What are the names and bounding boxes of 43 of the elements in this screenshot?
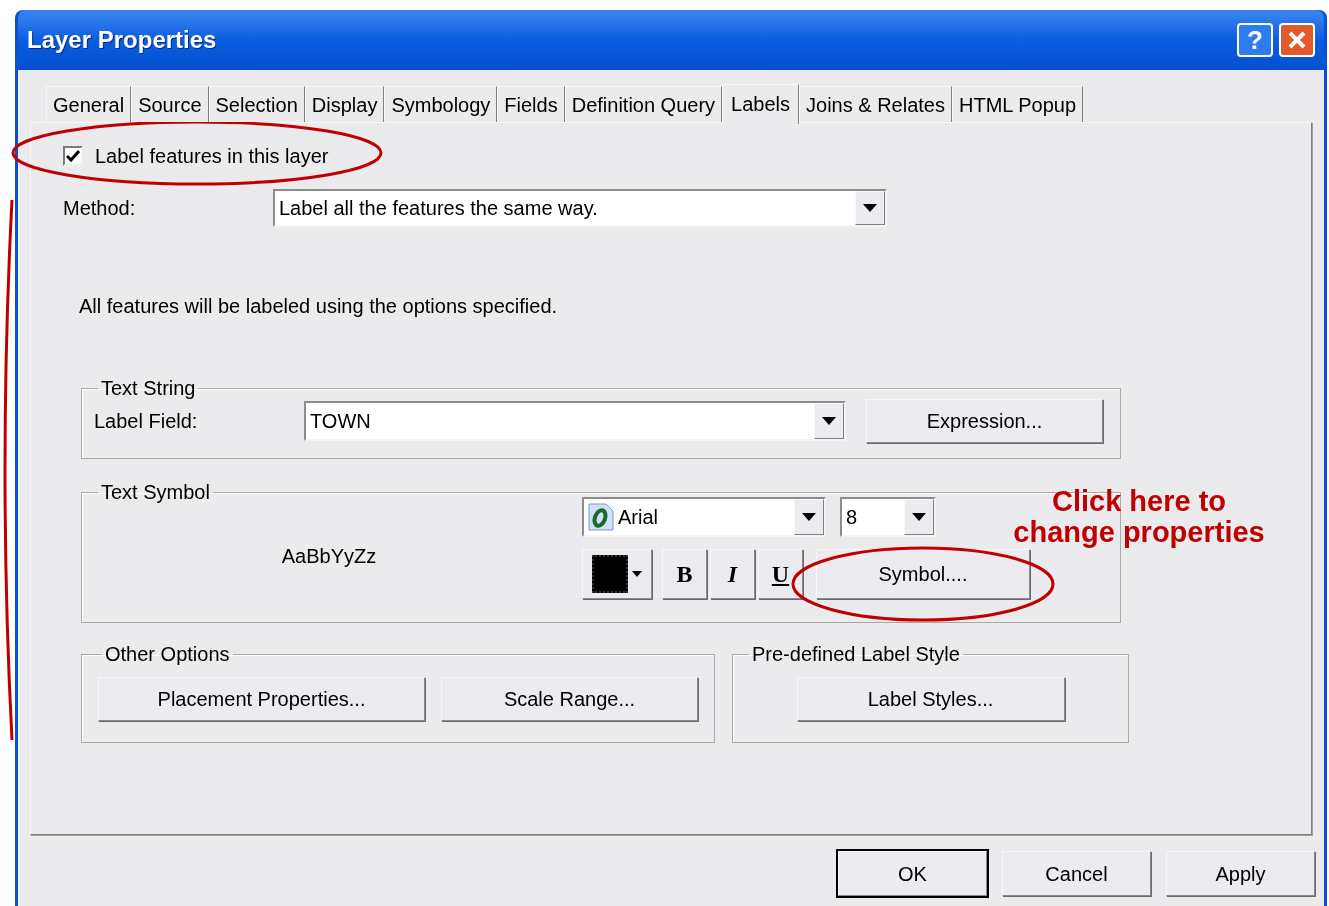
tab[interactable]: Selection — [208, 86, 305, 122]
method-dropdown[interactable]: Label all the features the same way. — [273, 189, 887, 227]
dialog-button[interactable]: Apply — [1166, 851, 1315, 896]
font-dropdown[interactable]: Arial — [582, 497, 826, 537]
placement-properties-button[interactable]: Placement Properties... — [98, 676, 425, 721]
field-label: Label Field: — [94, 409, 199, 434]
underline-button[interactable]: U — [758, 549, 803, 599]
text-preview: AaBbYyZz — [281, 544, 377, 569]
group-title: Other Options — [104, 642, 231, 667]
group-title: Text Symbol — [100, 480, 211, 505]
expression-button[interactable]: Expression... — [866, 399, 1103, 443]
label-field-dropdown[interactable]: TOWN — [304, 401, 846, 441]
group-title: Text String — [100, 376, 197, 401]
symbol-button[interactable]: Symbol.... — [816, 549, 1030, 599]
window-title: Layer Properties — [27, 25, 218, 55]
dialog-button[interactable]: OK — [838, 851, 987, 896]
italic-button[interactable]: I — [710, 549, 755, 599]
description-text: All features will be labeled using the options specified. — [79, 294, 558, 317]
tab[interactable]: Display — [304, 86, 385, 122]
dialog-button[interactable]: Cancel — [1002, 851, 1151, 896]
annotation-text: Click here to change properties — [1012, 486, 1266, 548]
group-title: Pre-defined Label Style — [751, 642, 961, 667]
label-styles-button[interactable]: Label Styles... — [796, 676, 1065, 721]
close-icon — [1287, 30, 1307, 50]
method-label: Method: — [63, 196, 137, 221]
tab[interactable]: Joins & Relates — [799, 86, 952, 122]
tab[interactable]: Labels — [722, 84, 800, 124]
color-button[interactable] — [582, 549, 652, 599]
tab[interactable]: Source — [131, 86, 209, 122]
close-button[interactable] — [1279, 23, 1315, 57]
font-icon — [588, 503, 614, 531]
caret-icon — [632, 571, 642, 577]
tab[interactable]: HTML Popup — [952, 86, 1084, 122]
tab[interactable]: Fields — [497, 86, 565, 122]
size-dropdown[interactable]: 8 — [840, 497, 936, 537]
help-button[interactable]: ? — [1237, 23, 1273, 57]
checkbox-label[interactable]: Label features in this layer — [95, 141, 329, 171]
tab[interactable]: Definition Query — [564, 86, 723, 122]
scale-range-button[interactable]: Scale Range... — [441, 676, 698, 721]
bold-button[interactable]: B — [662, 549, 707, 599]
checkbox[interactable] — [63, 146, 83, 166]
tab[interactable]: Symbology — [384, 86, 498, 122]
tab[interactable]: General — [46, 86, 132, 122]
